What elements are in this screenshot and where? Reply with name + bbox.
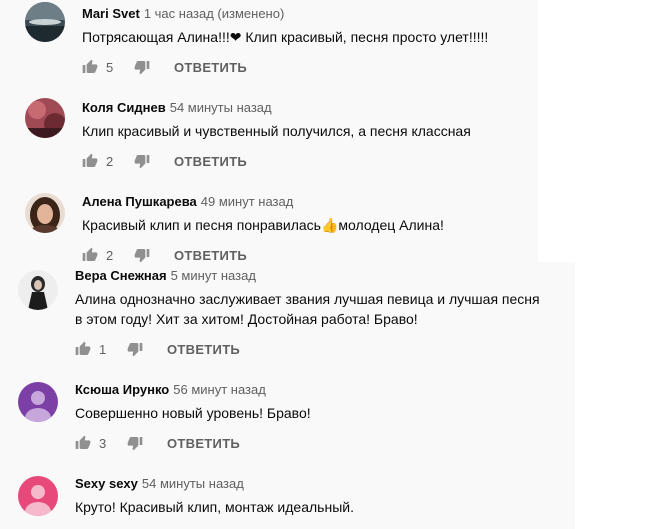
like-count: 1 (99, 341, 107, 357)
comment: Алена Пушкарева 49 минут назад Красивый к… (0, 188, 538, 263)
thumb-up-icon[interactable] (82, 153, 98, 169)
avatar[interactable] (18, 382, 58, 422)
comment-actions: 2 ОТВЕТИТЬ (82, 151, 247, 171)
comment-header: Алена Пушкарева 49 минут назад (82, 194, 293, 210)
comment-actions: 1 ОТВЕТИТЬ (75, 339, 240, 359)
like-count: 2 (106, 153, 114, 169)
comment-header: Ксюша Ирунко 56 минут назад (75, 382, 266, 398)
comment: Sexy sexy 54 минуты назад Круто! Красивый… (0, 470, 575, 529)
thumb-up-icon[interactable] (82, 247, 98, 263)
reply-button[interactable]: ОТВЕТИТЬ (167, 342, 240, 357)
avatar[interactable] (25, 98, 65, 138)
author-name[interactable]: Sexy sexy (75, 476, 138, 491)
avatar[interactable] (18, 270, 58, 310)
comment-time[interactable]: 1 час назад (изменено) (144, 6, 284, 21)
comment-time[interactable]: 49 минут назад (201, 194, 294, 209)
author-name[interactable]: Вера Снежная (75, 268, 167, 283)
comment-actions: 5 ОТВЕТИТЬ (82, 57, 247, 77)
like-count: 3 (99, 435, 107, 451)
reply-button[interactable]: ОТВЕТИТЬ (167, 436, 240, 451)
comment-header: Mari Svet 1 час назад (изменено) (82, 6, 284, 22)
comment-header: Вера Снежная 5 минут назад (75, 268, 256, 284)
thumb-up-icon[interactable] (75, 435, 91, 451)
comment-text: Клип красивый и чувственный получился, а… (82, 123, 471, 139)
reply-button[interactable]: ОТВЕТИТЬ (174, 154, 247, 169)
like-count: 2 (106, 247, 114, 263)
comment: Вера Снежная 5 минут назад Алина однознач… (0, 262, 575, 358)
comment-time[interactable]: 56 минут назад (173, 382, 266, 397)
author-name[interactable]: Алена Пушкарева (82, 194, 197, 209)
author-name[interactable]: Ксюша Ирунко (75, 382, 169, 397)
comment-header: Sexy sexy 54 минуты назад (75, 476, 244, 492)
comment-text: Совершенно новый уровень! Браво! (75, 405, 311, 421)
thumb-down-icon[interactable] (127, 435, 143, 451)
avatar-image (25, 98, 65, 138)
avatar-image (25, 2, 65, 42)
comment: Ксюша Ирунко 56 минут назад Совершенно но… (0, 376, 575, 456)
thumb-down-icon[interactable] (134, 153, 150, 169)
avatar[interactable] (25, 2, 65, 42)
like-count: 5 (106, 59, 114, 75)
author-name[interactable]: Mari Svet (82, 6, 140, 21)
comment: Коля Сиднев 54 минуты назад Клип красивый… (0, 94, 538, 182)
avatar[interactable] (18, 476, 58, 516)
comment-time[interactable]: 5 минут назад (171, 268, 256, 283)
comment-text: Круто! Красивый клип, монтаж идеальный. (75, 499, 354, 515)
comment: Mari Svet 1 час назад (изменено) Потрясаю… (0, 0, 538, 88)
avatar[interactable] (25, 193, 65, 233)
thumb-down-icon[interactable] (134, 247, 150, 263)
comment-time[interactable]: 54 минуты назад (170, 100, 272, 115)
avatar-image (18, 270, 58, 310)
comment-time[interactable]: 54 минуты назад (142, 476, 244, 491)
avatar-image (18, 476, 58, 516)
thumb-down-icon[interactable] (134, 59, 150, 75)
comment-text: Алина однозначно заслуживает звания лучш… (75, 291, 540, 327)
comment-header: Коля Сиднев 54 минуты назад (82, 100, 272, 116)
comment-actions: 3 ОТВЕТИТЬ (75, 433, 240, 453)
thumb-down-icon[interactable] (127, 341, 143, 357)
comments-canvas: Mari Svet 1 час назад (изменено) Потрясаю… (0, 0, 648, 529)
author-name[interactable]: Коля Сиднев (82, 100, 166, 115)
comment-text: Потрясающая Алина!!!❤ Клип красивый, пес… (82, 29, 489, 45)
avatar-image (25, 193, 65, 233)
reply-button[interactable]: ОТВЕТИТЬ (174, 60, 247, 75)
reply-button[interactable]: ОТВЕТИТЬ (174, 248, 247, 263)
thumb-up-icon[interactable] (82, 59, 98, 75)
thumb-up-icon[interactable] (75, 341, 91, 357)
comment-text: Красивый клип и песня понравилась👍молоде… (82, 217, 444, 233)
avatar-image (18, 382, 58, 422)
